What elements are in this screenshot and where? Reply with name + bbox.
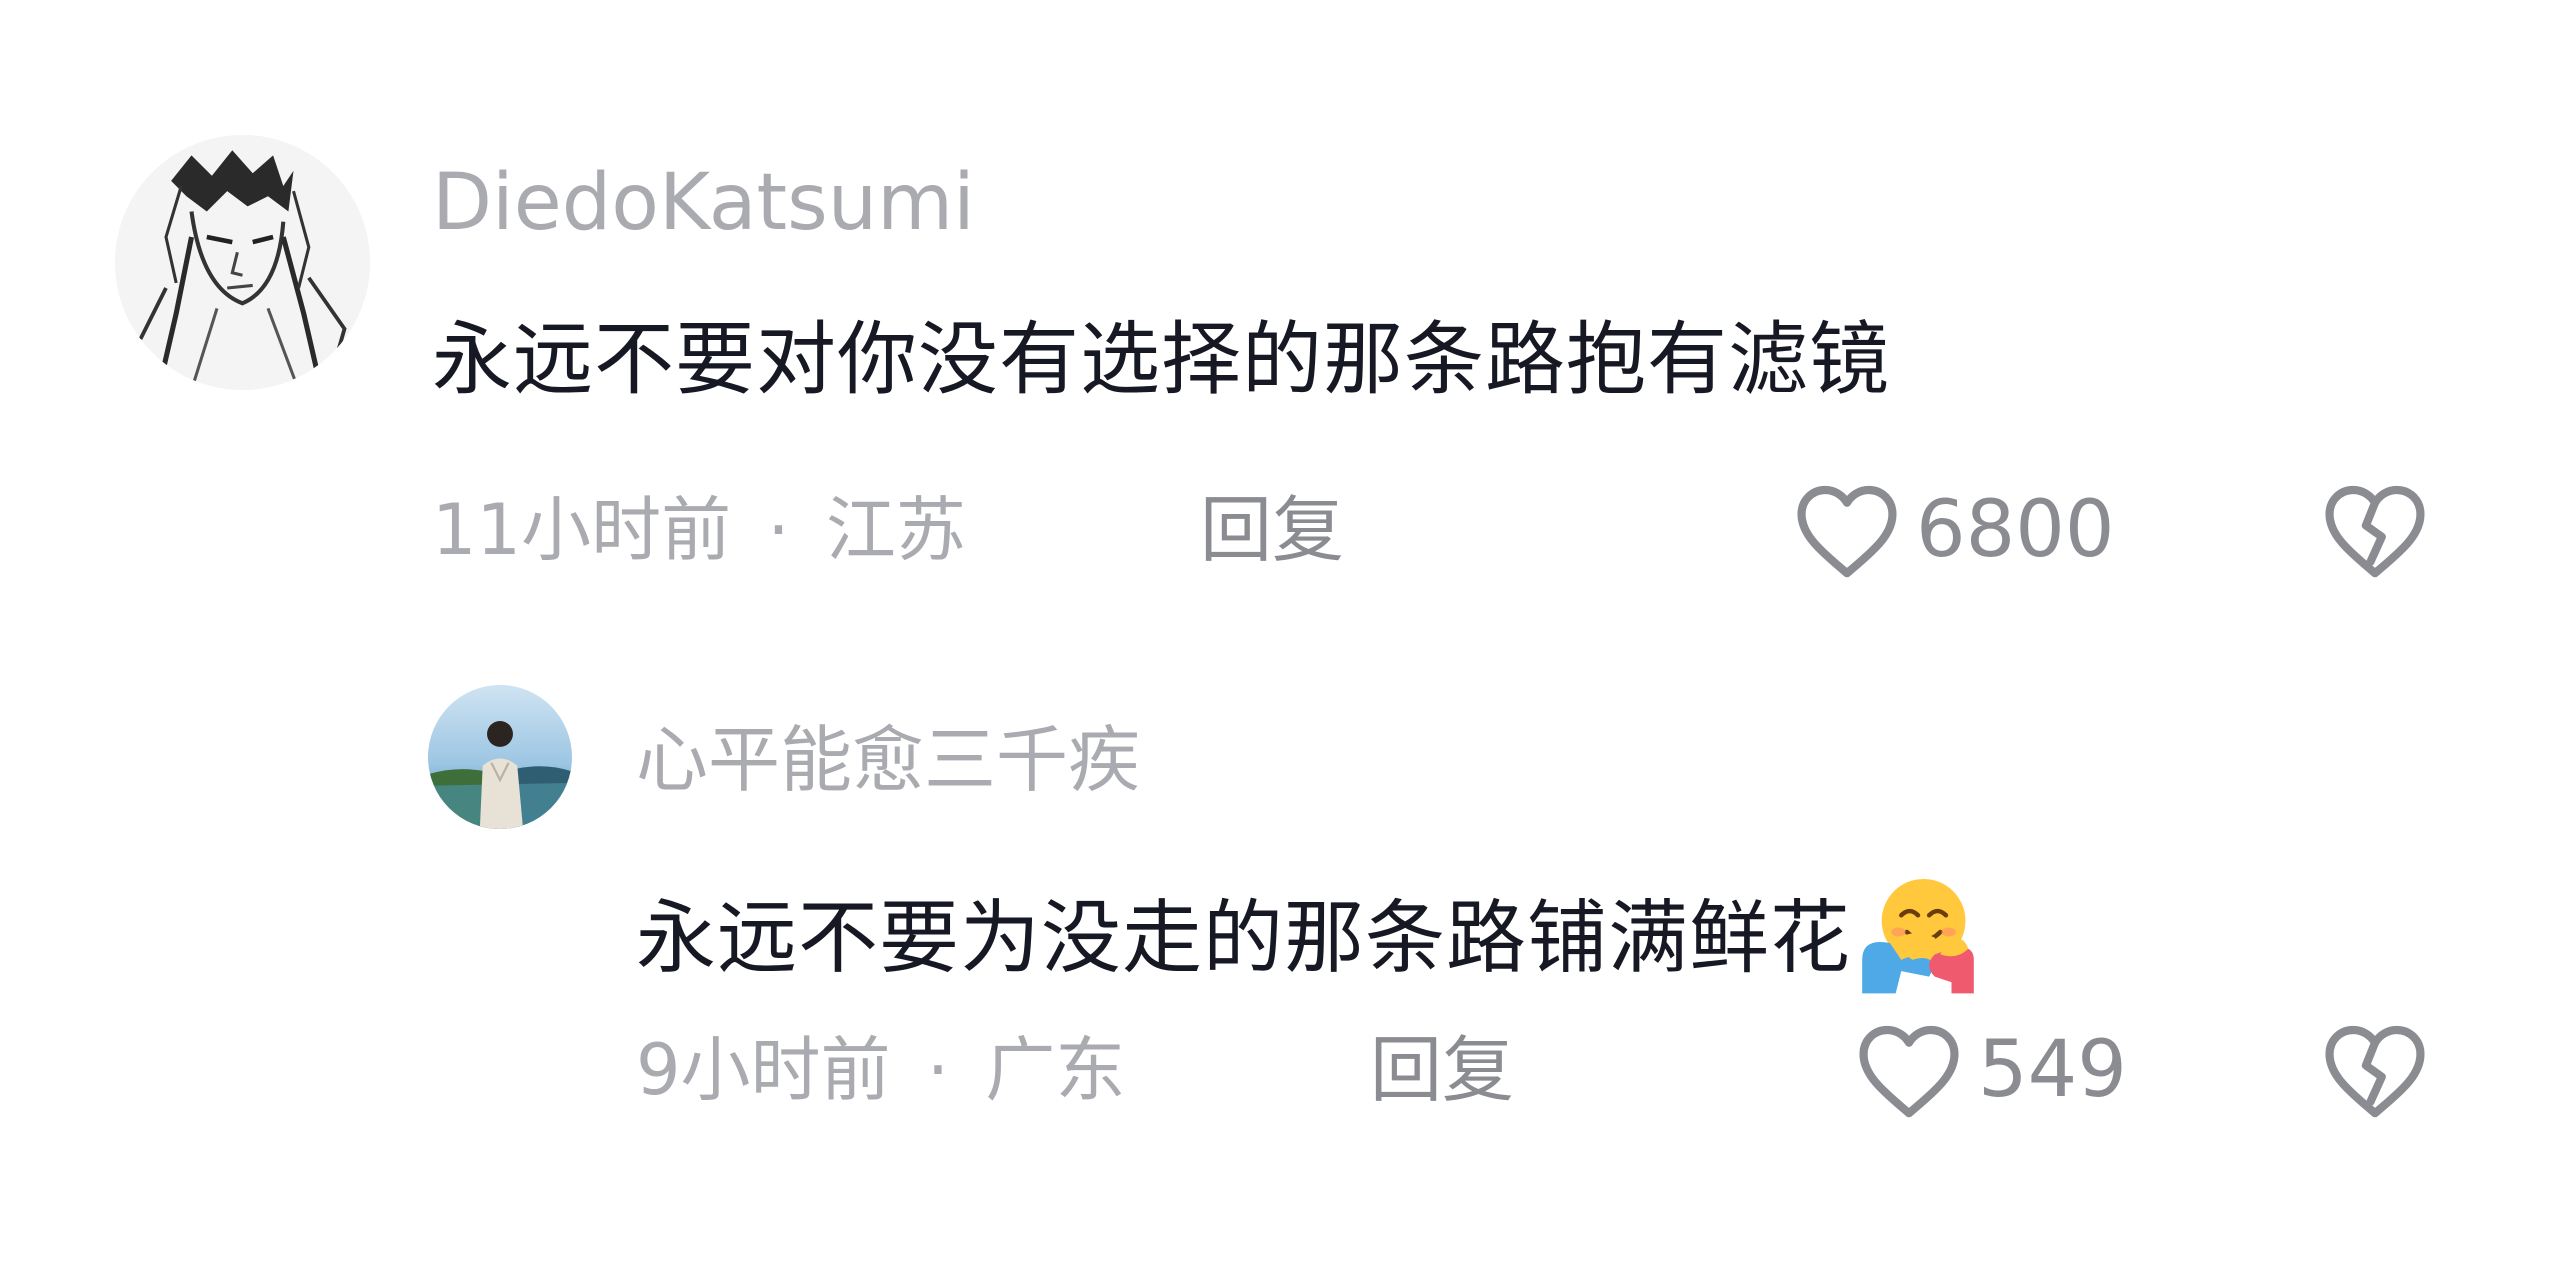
- comment-time: 11小时前: [432, 489, 732, 571]
- meta-separator: ·: [926, 1029, 950, 1111]
- comment-location: 江苏: [825, 489, 966, 571]
- reply-button[interactable]: 回复: [1370, 1020, 1514, 1120]
- comment-username[interactable]: DiedoKatsumi: [432, 158, 975, 248]
- like-button[interactable]: 6800: [1790, 480, 2115, 580]
- seaside-person-avatar: [428, 685, 572, 829]
- meta-separator: ·: [767, 489, 790, 571]
- reply-text-body: 永远不要为没走的那条路铺满鲜花: [636, 891, 1851, 985]
- reply-username[interactable]: 心平能愈三千疾: [636, 715, 1140, 805]
- reply-location: 广东: [985, 1029, 1126, 1111]
- heart-outline-icon: [1790, 480, 1904, 580]
- reply-text: 永远不要为没走的那条路铺满鲜花: [636, 870, 1985, 1017]
- comment-item: DiedoKatsumi 永远不要对你没有选择的那条路抱有滤镜 11小时前 · …: [0, 0, 2560, 600]
- comment-meta: 11小时前 · 江苏: [432, 480, 966, 580]
- reply-item: 心平能愈三千疾 永远不要为没走的那条路铺满鲜花 9小时前 · 广东 回复 549: [0, 600, 2560, 1200]
- sketch-man-avatar: [115, 135, 370, 390]
- like-count: 549: [1978, 1025, 2127, 1115]
- like-count: 6800: [1916, 485, 2115, 575]
- reply-button[interactable]: 回复: [1200, 480, 1344, 580]
- broken-heart-icon: [2318, 1020, 2432, 1120]
- like-button[interactable]: 549: [1852, 1020, 2127, 1120]
- heart-outline-icon: [1852, 1020, 1966, 1120]
- dislike-button[interactable]: [2318, 480, 2432, 580]
- dislike-button[interactable]: [2318, 1020, 2432, 1120]
- comment-text: 永远不要对你没有选择的那条路抱有滤镜: [432, 313, 1890, 406]
- hugging-face-emoji: [1851, 870, 1985, 1017]
- broken-heart-icon: [2318, 480, 2432, 580]
- avatar[interactable]: [428, 685, 572, 829]
- avatar[interactable]: [115, 135, 370, 390]
- reply-time: 9小时前: [636, 1029, 891, 1111]
- reply-meta: 9小时前 · 广东: [636, 1020, 1125, 1120]
